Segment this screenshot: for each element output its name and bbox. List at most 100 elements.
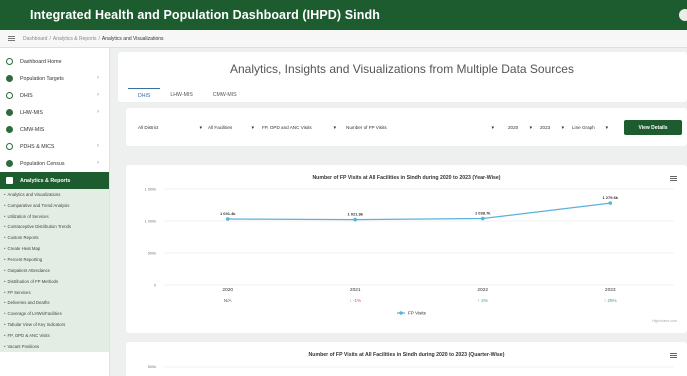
reports-icon	[6, 177, 13, 184]
sidebar-item-pdhs-mics[interactable]: PDHS & MICS ›	[0, 138, 109, 155]
caret-down-icon: ▼	[528, 125, 533, 130]
change-label: ↑ 2%	[478, 298, 488, 303]
submenu-item[interactable]: Comparative and Trend Analysis	[0, 200, 109, 211]
chevron-right-icon: ›	[97, 109, 99, 115]
data-label: 1 021.8k	[347, 212, 363, 217]
chevron-right-icon: ›	[97, 143, 99, 149]
caret-down-icon: ▼	[490, 125, 495, 130]
year-from-select[interactable]: 2020 ▼	[506, 122, 534, 133]
y-tick-label: 1 500k	[145, 187, 157, 191]
y-tick-label: 500k	[148, 365, 156, 369]
sidebar-item-cmw-mis[interactable]: CMW-MIS	[0, 121, 109, 138]
y-tick-label: 500k	[148, 251, 156, 255]
data-point	[608, 201, 613, 205]
y-tick-label: 1 000k	[145, 219, 157, 223]
lhw-icon	[6, 109, 13, 116]
sidebar-item-lhw-mis[interactable]: LHW-MIS ›	[0, 104, 109, 121]
target-icon	[6, 75, 13, 82]
submenu-item[interactable]: Distribution of FP Methods	[0, 276, 109, 287]
page-title: Analytics, Insights and Visualizations f…	[230, 62, 574, 76]
breadcrumb-item[interactable]: Dashboard	[23, 36, 47, 42]
y-tick-label: 0	[154, 283, 156, 287]
submenu-item[interactable]: FP Services	[0, 287, 109, 298]
indicator-select-value: Number of FP Visits	[346, 125, 387, 130]
breadcrumb-separator: /	[49, 35, 51, 42]
series-line-fp-visits	[227, 202, 611, 221]
change-label: N/A	[224, 298, 233, 303]
cmw-icon	[6, 126, 13, 133]
tab-dhis[interactable]: DHIS	[128, 88, 161, 103]
tab-lhw-mis[interactable]: LHW-MIS	[160, 88, 202, 103]
sidebar-item-label: LHW-MIS	[20, 109, 43, 116]
submenu-item[interactable]: Vacant Positions	[0, 341, 109, 352]
change-label: ↓ -1%	[349, 298, 361, 303]
sidebar-item-label: DHIS	[20, 92, 33, 99]
submenu-item[interactable]: Contraceptive Distribution Trends	[0, 222, 109, 233]
indicator-select[interactable]: Number of FP Visits ▼	[344, 122, 496, 133]
chart-type-select[interactable]: Line Graph ▼	[570, 122, 610, 133]
sidebar-item-label: Analytics & Reports	[20, 177, 71, 184]
filter-bar: All District ▼ All Facilities ▼ FP, OPD …	[126, 108, 687, 146]
submenu-item[interactable]: Percent Reporting	[0, 254, 109, 265]
breadcrumb-current: Analytics and Visualizations	[101, 35, 164, 42]
submenu-item[interactable]: Outpatient Attendance	[0, 265, 109, 276]
caret-down-icon: ▼	[250, 125, 255, 130]
tab-cmw-mis[interactable]: CMW-MIS	[203, 88, 247, 103]
caret-down-icon: ▼	[560, 125, 565, 130]
data-label: 1 279.6k	[602, 195, 618, 200]
caret-down-icon: ▼	[198, 125, 203, 130]
survey-icon	[6, 143, 13, 150]
x-tick-label: 2021	[350, 287, 361, 293]
data-point	[225, 217, 230, 221]
breadcrumb-item[interactable]: Analytics & Reports	[53, 36, 97, 42]
top-bar: Integrated Health and Population Dashboa…	[0, 0, 687, 30]
year-wise-chart-card: Number of FP Visits at All Facilities in…	[126, 165, 687, 333]
submenu-item[interactable]: Utilization of Services	[0, 211, 109, 222]
data-point	[480, 216, 485, 221]
facility-select[interactable]: All Facilities ▼	[206, 122, 256, 133]
hamburger-menu-icon[interactable]	[8, 36, 15, 41]
submenu-item[interactable]: Deliveries and Deaths	[0, 297, 109, 308]
facility-select-value: All Facilities	[208, 125, 233, 130]
caret-down-icon: ▼	[604, 125, 609, 130]
chevron-right-icon: ›	[97, 160, 99, 166]
header-card: Analytics, Insights and Visualizations f…	[118, 52, 687, 102]
app-title: Integrated Health and Population Dashboa…	[30, 8, 380, 22]
legend-label[interactable]: FP Visits	[408, 311, 427, 316]
submenu-item[interactable]: FP, OPD & ANC Visits	[0, 330, 109, 341]
visit-type-select[interactable]: FP, OPD and ANC Visits ▼	[260, 122, 338, 133]
chevron-right-icon: ›	[97, 75, 99, 81]
sidebar-item-dhis[interactable]: DHIS ›	[0, 87, 109, 104]
chevron-right-icon: ›	[97, 92, 99, 98]
submenu-item[interactable]: Custom Reports	[0, 232, 109, 243]
submenu-item[interactable]: Tabular View of Key Indicators	[0, 319, 109, 330]
data-label: 1 038.7k	[475, 211, 491, 216]
sidebar-item-dashboard-home[interactable]: Dashboard Home	[0, 53, 109, 70]
sidebar-item-label: Population Targets	[20, 75, 64, 82]
visit-type-select-value: FP, OPD and ANC Visits	[262, 125, 312, 130]
year-to-select[interactable]: 2023 ▼	[538, 122, 566, 133]
year-to-select-value: 2023	[540, 125, 551, 130]
year-from-select-value: 2020	[508, 125, 519, 130]
source-tabs: DHIS LHW-MIS CMW-MIS	[128, 88, 247, 103]
user-avatar[interactable]	[679, 9, 687, 21]
quarter-wise-chart-card: Number of FP Visits at All Facilities in…	[126, 342, 687, 376]
chart-type-select-value: Line Graph	[572, 125, 595, 130]
submenu-item[interactable]: Create Heat Map	[0, 243, 109, 254]
sidebar-submenu: Analytics and Visualizations Comparative…	[0, 189, 109, 352]
sidebar-item-analytics-reports[interactable]: Analytics & Reports	[0, 172, 109, 189]
submenu-item[interactable]: Coverage of LHWs/Facilities	[0, 308, 109, 319]
sidebar-item-population-targets[interactable]: Population Targets ›	[0, 70, 109, 87]
sidebar-item-population-census[interactable]: Population Census ›	[0, 155, 109, 172]
x-tick-label: 2022	[477, 287, 488, 293]
census-icon	[6, 160, 13, 167]
legend-marker	[399, 311, 403, 315]
x-tick-label: 2023	[605, 287, 616, 293]
change-label: ↑ 25%	[604, 298, 617, 303]
sidebar-item-label: Dashboard Home	[20, 58, 62, 65]
submenu-item[interactable]: Analytics and Visualizations	[0, 189, 109, 200]
line-chart: 0 500k 1 000k 1 500k 1 031.4k 1 021.8k 1 038.…	[145, 187, 677, 323]
sidebar: Dashboard Home Population Targets › DHIS…	[0, 48, 110, 376]
district-select[interactable]: All District ▼	[136, 122, 204, 133]
view-details-button[interactable]: View Details	[624, 120, 682, 135]
